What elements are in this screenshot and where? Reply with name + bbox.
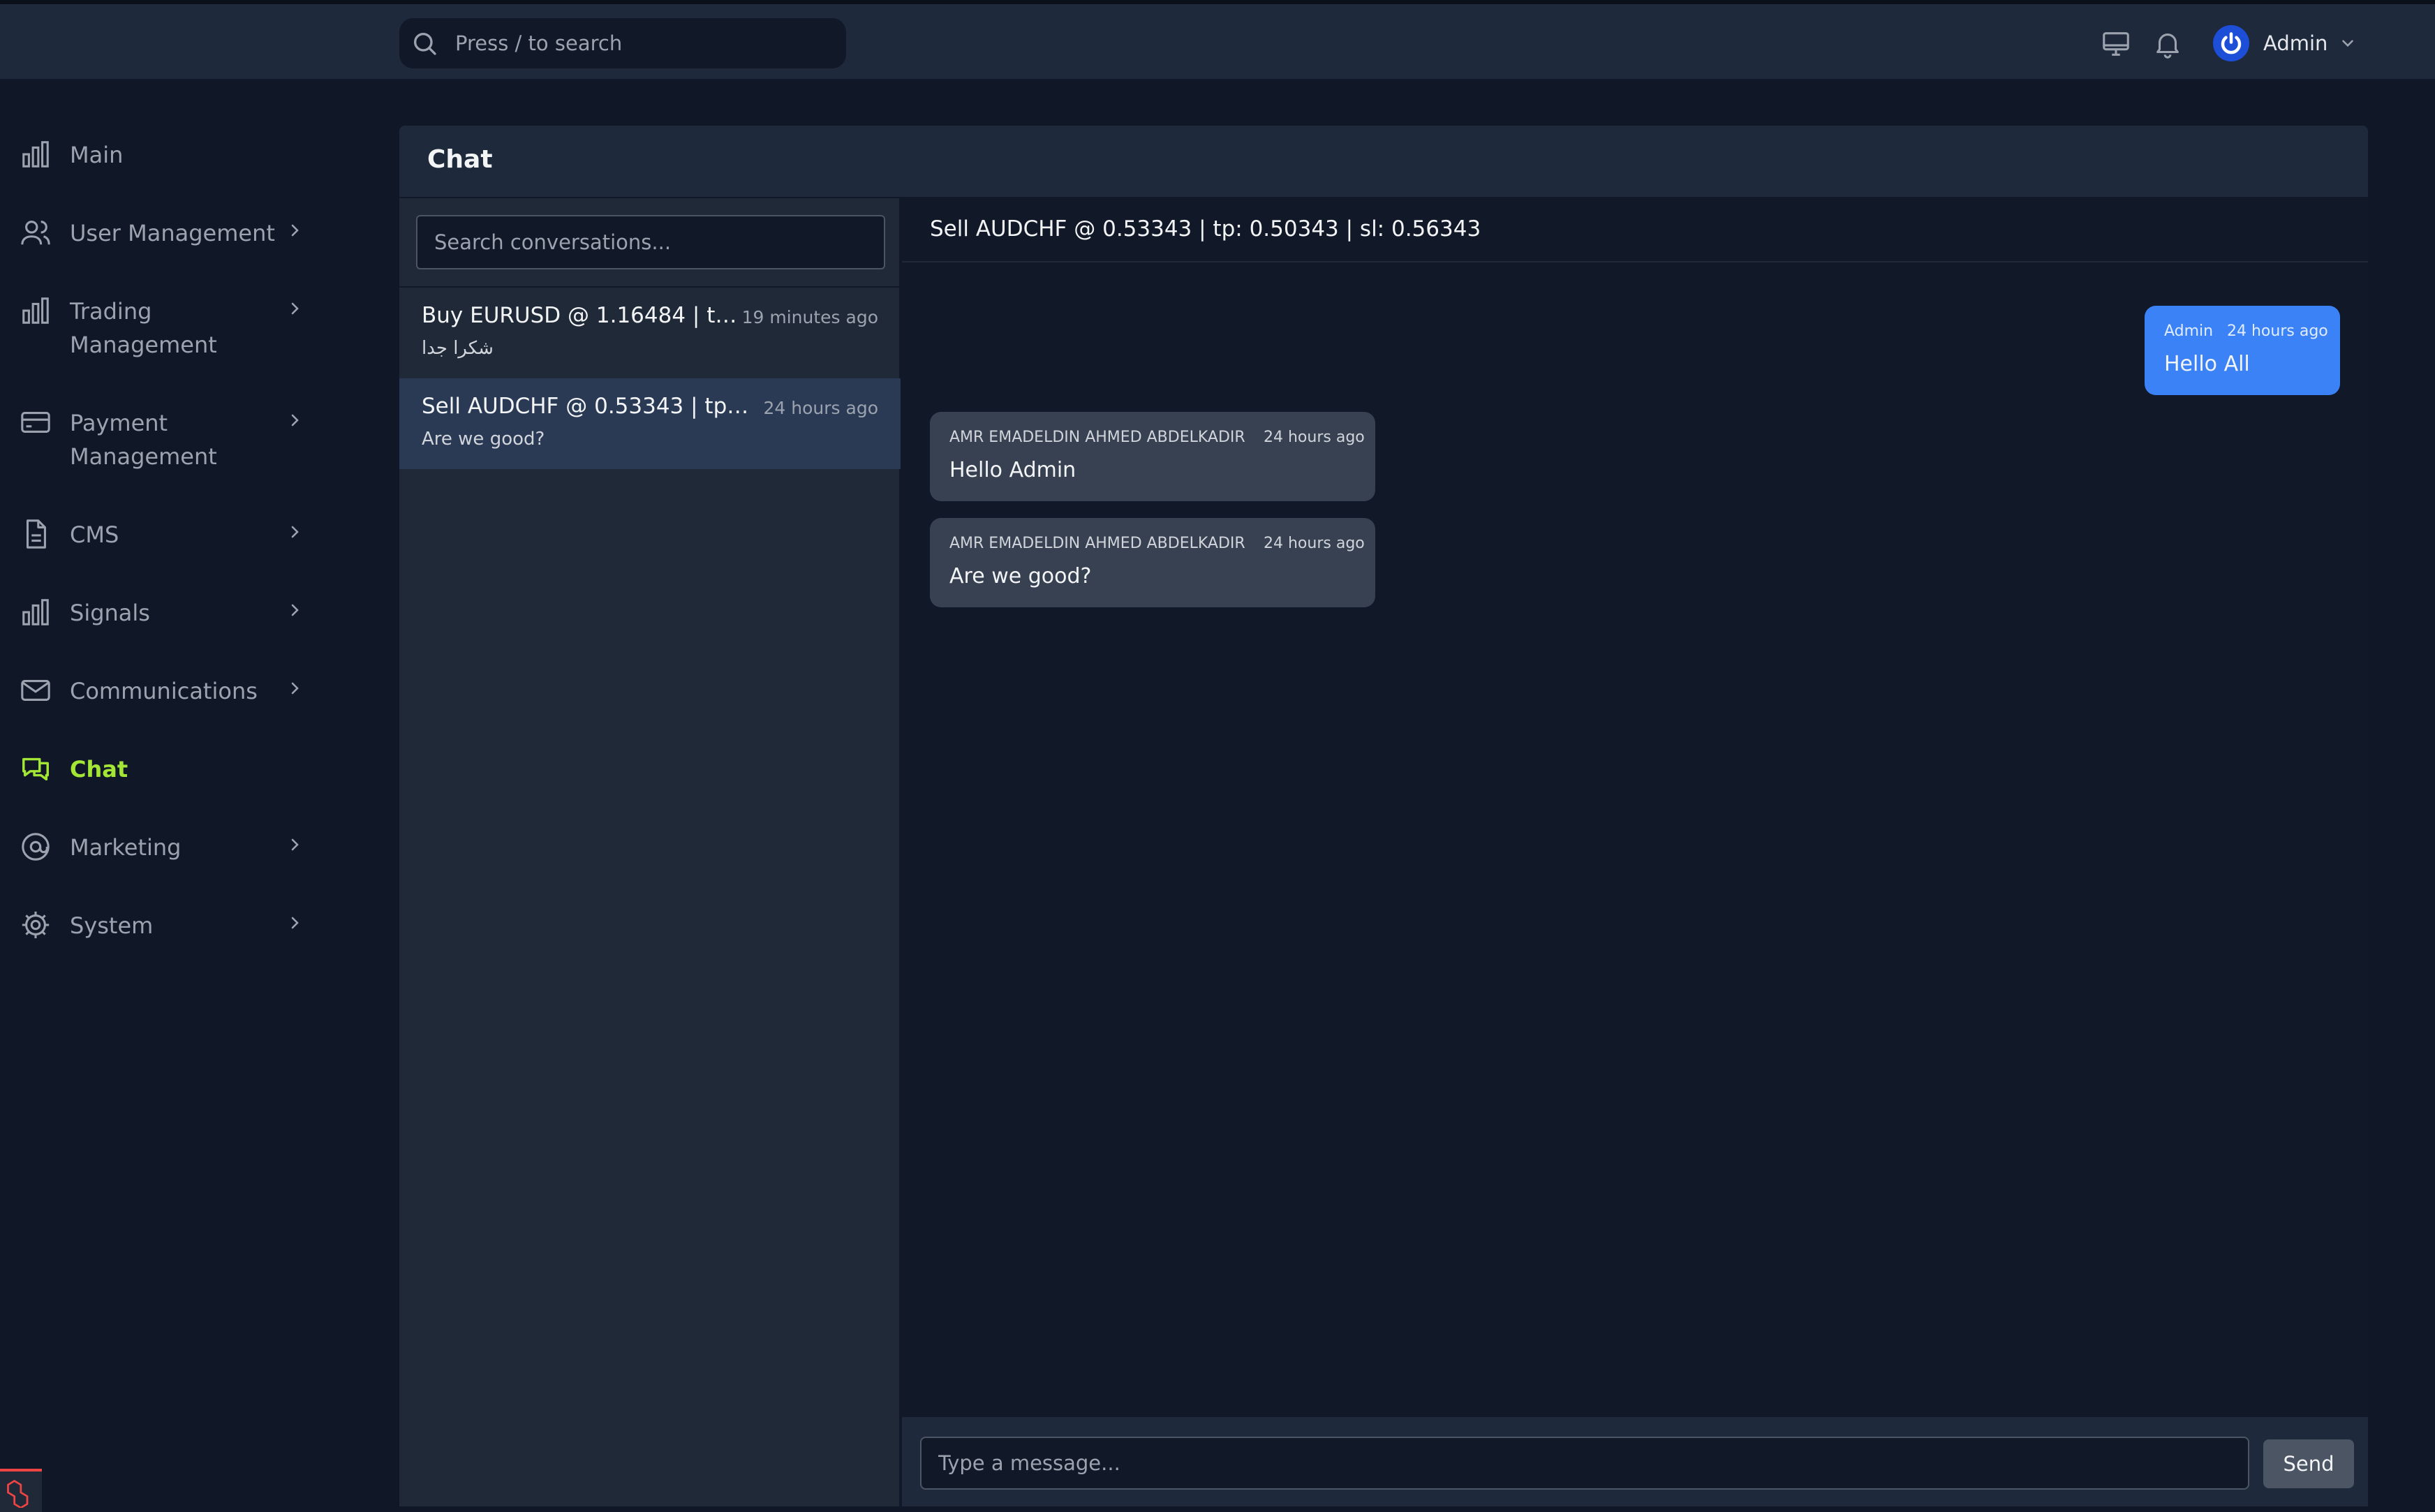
global-search-input[interactable]	[455, 27, 832, 60]
message-text: Are we good?	[949, 564, 1092, 588]
gear-icon	[20, 909, 52, 941]
at-sign-icon	[20, 831, 52, 863]
users-icon	[20, 216, 52, 249]
conversation-item[interactable]: Buy EURUSD @ 1.16484 | tp: 1.... 19 minu…	[399, 288, 901, 378]
sidebar-item-system[interactable]: System	[0, 900, 328, 956]
chevron-right-icon	[286, 412, 303, 429]
chevron-right-icon	[286, 914, 303, 931]
sidebar-item-label: System	[70, 912, 154, 939]
chevron-down-icon	[2339, 34, 2357, 52]
thread-header: Sell AUDCHF @ 0.53343 | tp: 0.50343 | sl…	[902, 198, 2368, 262]
message-input[interactable]	[920, 1437, 2249, 1490]
global-search[interactable]	[399, 18, 846, 68]
sidebar-item-trading-management[interactable]: Trading Management	[0, 286, 328, 364]
send-button[interactable]: Send	[2263, 1439, 2354, 1488]
sidebar-item-label: User Management	[70, 220, 275, 246]
message-sender: AMR EMADELDIN AHMED ABDELKADIR	[949, 429, 1245, 446]
message-sender: AMR EMADELDIN AHMED ABDELKADIR	[949, 535, 1245, 552]
thread-title: Sell AUDCHF @ 0.53343 | tp: 0.50343 | sl…	[930, 216, 1481, 242]
sidebar-item-label: Main	[70, 142, 124, 168]
panel-header: Chat	[399, 126, 2368, 198]
sidebar-item-label: Payment Management	[70, 410, 217, 470]
bar-chart-icon	[20, 295, 52, 327]
message-composer: Send	[902, 1416, 2368, 1506]
sidebar-item-label: Signals	[70, 600, 150, 626]
chevron-right-icon	[286, 836, 303, 853]
search-icon	[410, 29, 438, 57]
power-icon	[2213, 25, 2249, 61]
chevron-right-icon	[286, 602, 303, 618]
message-time: 24 hours ago	[1264, 429, 1365, 446]
chat-icon	[20, 753, 52, 785]
user-menu[interactable]: Admin	[2213, 25, 2357, 61]
credit-card-icon	[20, 406, 52, 438]
sidebar-item-label: Trading Management	[70, 298, 217, 358]
sidebar-item-label: Communications	[70, 678, 258, 704]
user-name: Admin	[2263, 31, 2328, 55]
conversation-title: Buy EURUSD @ 1.16484 | tp: 1....	[422, 303, 750, 328]
chevron-right-icon	[286, 300, 303, 317]
sidebar-item-cms[interactable]: CMS	[0, 510, 328, 565]
message-text: Hello All	[2164, 352, 2250, 376]
conversation-time: 24 hours ago	[763, 398, 878, 418]
top-bar: Admin	[0, 0, 2435, 80]
conversation-search-input[interactable]	[416, 215, 885, 269]
chevron-right-icon	[286, 222, 303, 239]
message-bubble-outgoing: Admin 24 hours ago Hello All	[2145, 306, 2340, 395]
bar-chart-icon	[20, 138, 52, 170]
sidebar-item-main[interactable]: Main	[0, 130, 328, 186]
conversation-item-selected[interactable]: Sell AUDCHF @ 0.53343 | tp: 0.5... 24 ho…	[399, 378, 901, 469]
conversation-preview: شكرا جدا	[422, 338, 494, 359]
bell-icon[interactable]	[2152, 28, 2184, 60]
chevron-right-icon	[286, 524, 303, 540]
app-logo-icon	[0, 1469, 42, 1512]
chat-panel: Chat Buy EURUSD @ 1.16484 | tp: 1.... 19…	[399, 126, 2368, 1506]
conversation-time: 19 minutes ago	[741, 307, 878, 327]
mail-icon	[20, 674, 52, 706]
message-time: 24 hours ago	[1264, 535, 1365, 552]
sidebar-item-payment-management[interactable]: Payment Management	[0, 398, 328, 476]
sidebar: Main User Management Trading Management …	[0, 81, 328, 1512]
sidebar-item-communications[interactable]: Communications	[0, 666, 328, 722]
conversation-preview: Are we good?	[422, 429, 545, 450]
page-title: Chat	[427, 145, 493, 174]
sidebar-item-signals[interactable]: Signals	[0, 588, 328, 644]
message-bubble-incoming: AMR EMADELDIN AHMED ABDELKADIR 24 hours …	[930, 412, 1375, 501]
message-thread: Sell AUDCHF @ 0.53343 | tp: 0.50343 | sl…	[902, 198, 2368, 1506]
conversation-list: Buy EURUSD @ 1.16484 | tp: 1.... 19 minu…	[399, 198, 901, 1506]
chevron-right-icon	[286, 680, 303, 697]
message-bubble-incoming: AMR EMADELDIN AHMED ABDELKADIR 24 hours …	[930, 518, 1375, 607]
sidebar-item-label: Chat	[70, 756, 128, 783]
conversation-title: Sell AUDCHF @ 0.53343 | tp: 0.5...	[422, 394, 750, 419]
message-sender: Admin	[2164, 323, 2214, 340]
bar-chart-icon	[20, 596, 52, 628]
monitor-icon[interactable]	[2100, 28, 2132, 60]
sidebar-item-marketing[interactable]: Marketing	[0, 822, 328, 878]
document-icon	[20, 518, 52, 550]
message-time: 24 hours ago	[2227, 323, 2328, 340]
sidebar-item-label: CMS	[70, 521, 119, 548]
sidebar-item-label: Marketing	[70, 834, 182, 861]
message-text: Hello Admin	[949, 458, 1076, 482]
sidebar-item-chat[interactable]: Chat	[0, 744, 328, 800]
sidebar-item-user-management[interactable]: User Management	[0, 208, 328, 264]
